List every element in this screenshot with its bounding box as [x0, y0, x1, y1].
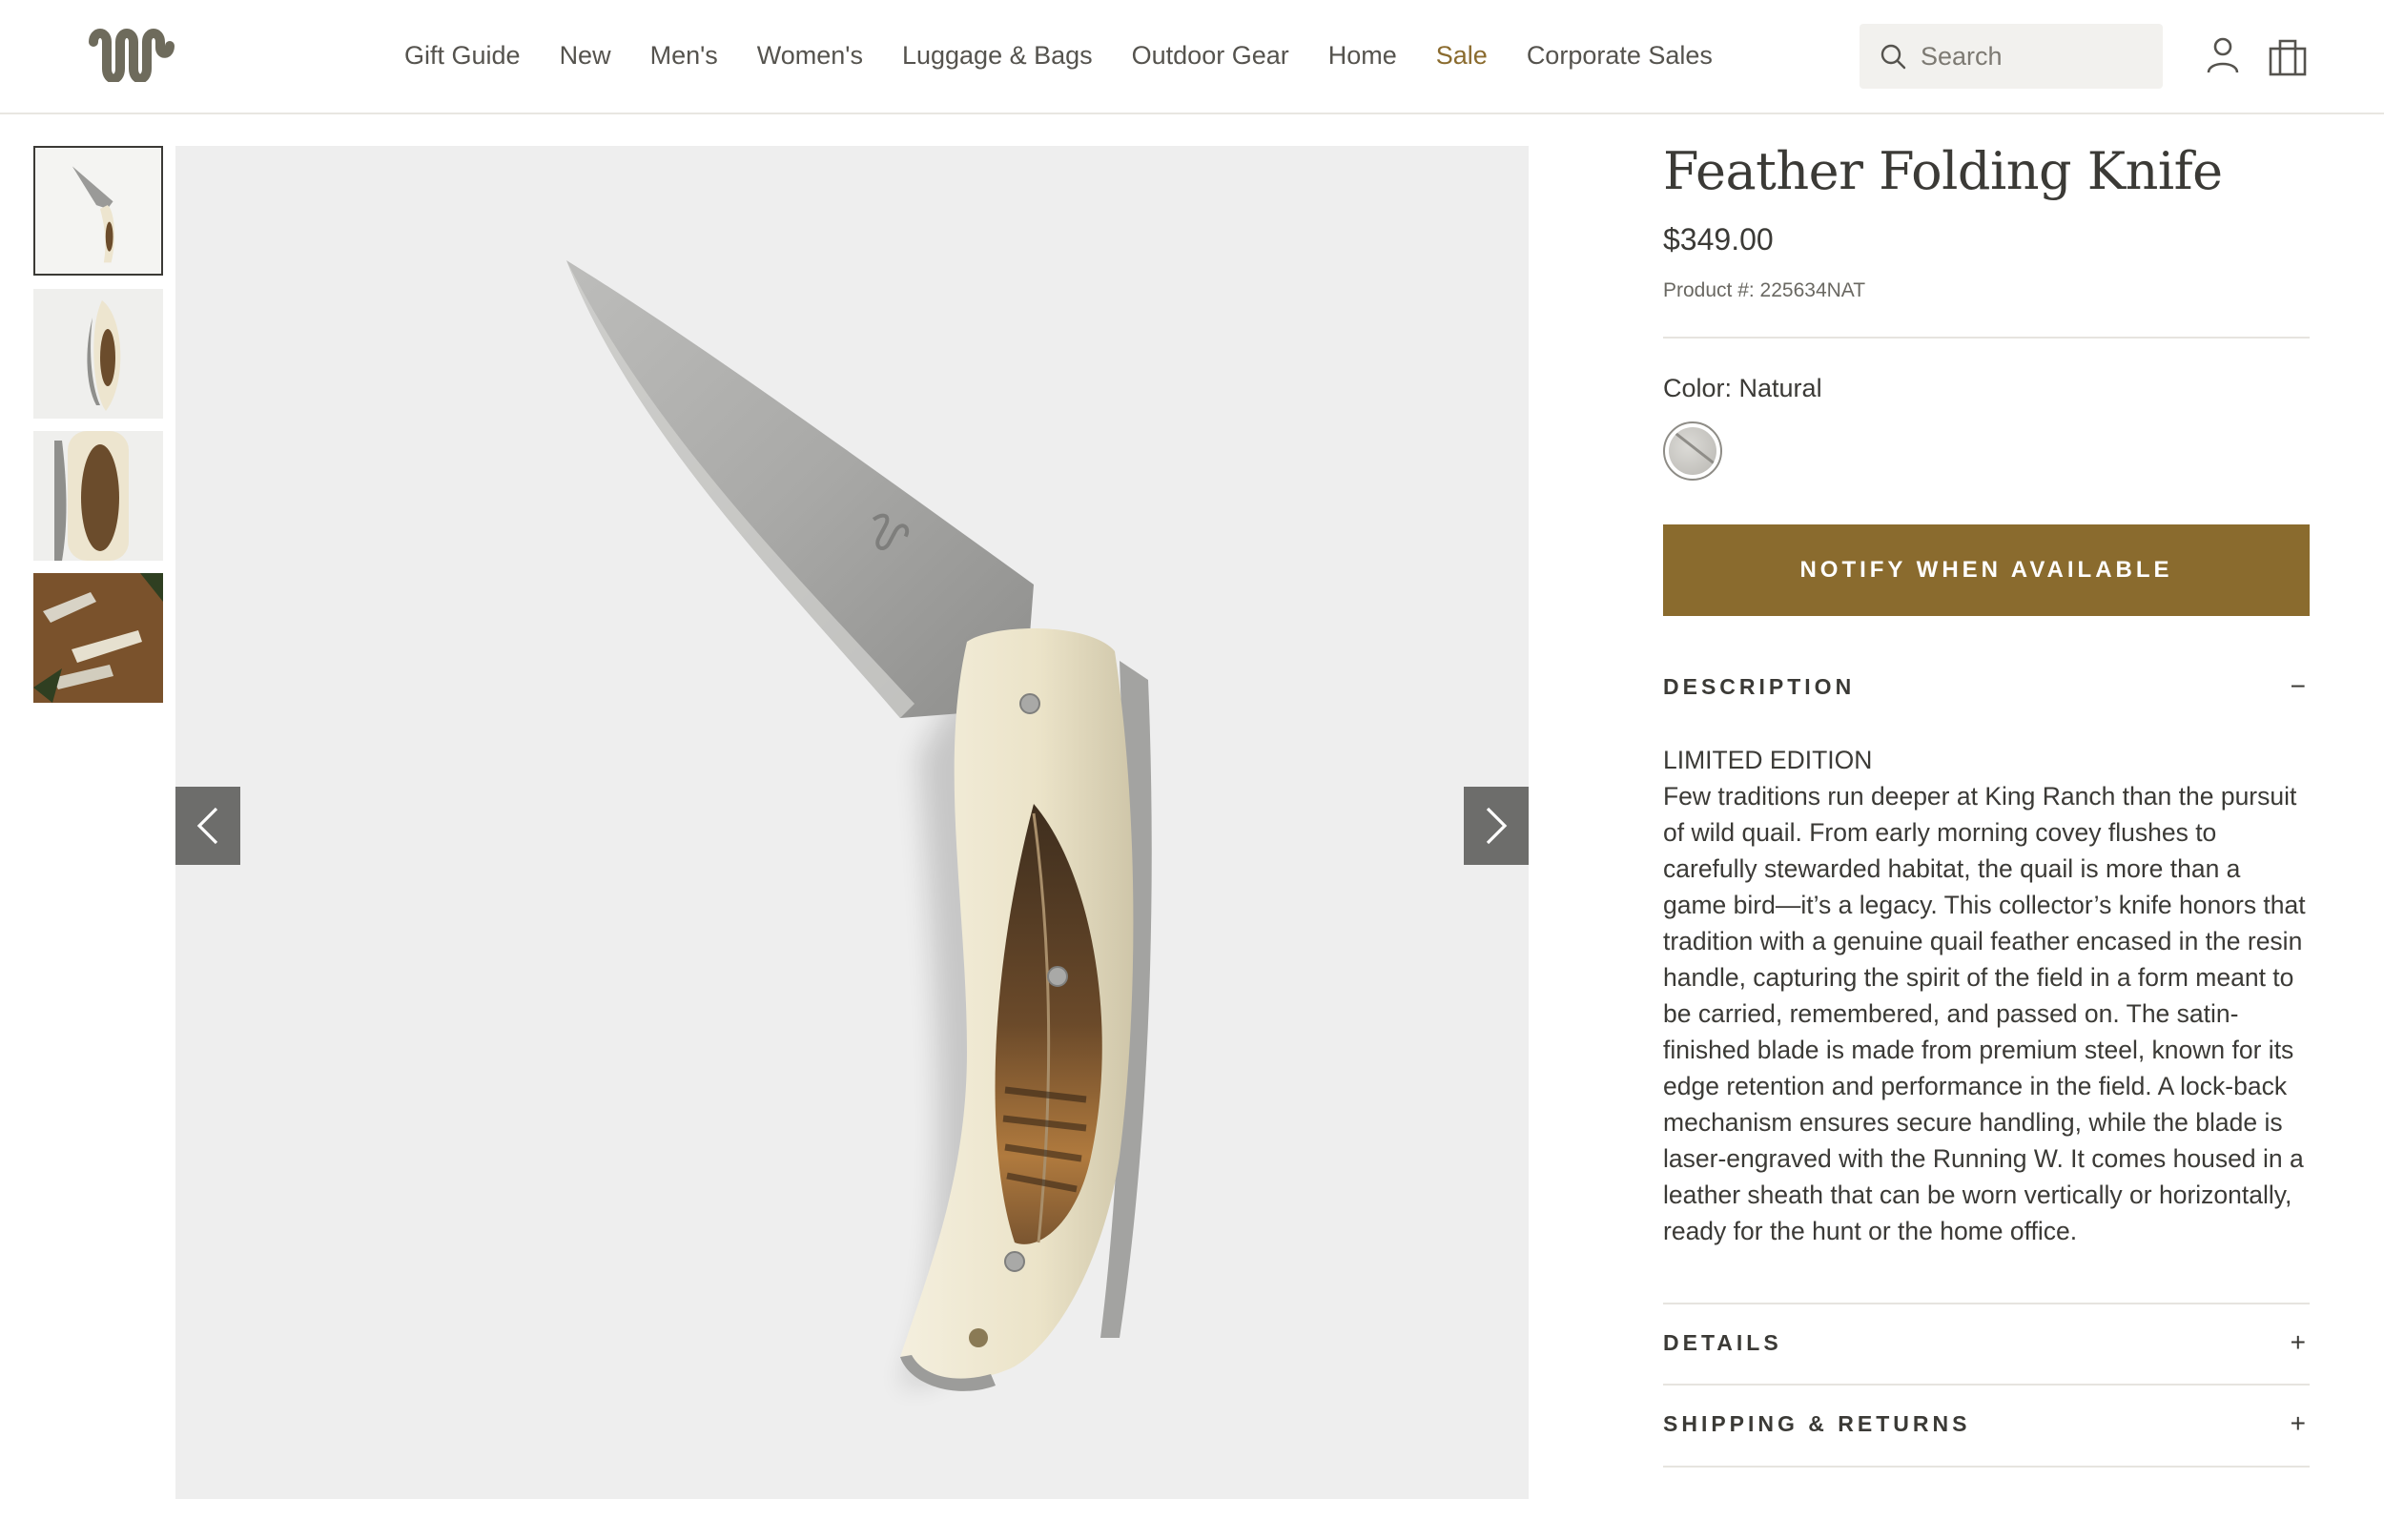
nav-outdoor-gear[interactable]: Outdoor Gear — [1132, 41, 1289, 71]
shopping-bag-icon[interactable] — [2268, 36, 2308, 76]
product-main-image — [175, 146, 1529, 1499]
thumbnail-lifestyle[interactable] — [33, 573, 163, 703]
nav-new[interactable]: New — [560, 41, 611, 71]
thumbnail-knife-open[interactable] — [33, 146, 163, 276]
expand-icon: + — [2290, 1408, 2306, 1438]
details-accordion-header[interactable]: DETAILS + — [1663, 1327, 2310, 1358]
nav-mens[interactable]: Men's — [650, 41, 718, 71]
description-accordion-header[interactable]: DESCRIPTION − — [1663, 671, 2310, 702]
expand-icon: + — [2290, 1327, 2306, 1357]
nav-gift-guide[interactable]: Gift Guide — [404, 41, 521, 71]
shipping-heading: SHIPPING & RETURNS — [1663, 1410, 1971, 1436]
description-text: Few traditions run deeper at King Ranch … — [1663, 782, 2306, 1245]
nav-womens[interactable]: Women's — [757, 41, 863, 71]
thumbnail-knife-closed[interactable] — [33, 289, 163, 419]
chevron-left-icon — [196, 807, 218, 845]
collapse-icon: − — [2290, 671, 2306, 701]
details-heading: DETAILS — [1663, 1329, 1782, 1355]
search-icon — [1880, 44, 1906, 70]
nav-home[interactable]: Home — [1328, 41, 1397, 71]
knife-image — [566, 260, 1152, 1391]
product-sku: Product #: 225634NAT — [1663, 279, 1866, 301]
product-price: $349.00 — [1663, 222, 1774, 257]
description-body: LIMITED EDITION Few traditions run deepe… — [1663, 742, 2310, 1249]
color-label: Color: Natural — [1663, 374, 1822, 402]
description-heading: DESCRIPTION — [1663, 673, 1856, 699]
divider — [1663, 1466, 2310, 1468]
nav-luggage-bags[interactable]: Luggage & Bags — [902, 41, 1093, 71]
divider — [1663, 1303, 2310, 1304]
nav-corporate-sales[interactable]: Corporate Sales — [1527, 41, 1713, 71]
running-w-logo[interactable] — [88, 29, 175, 82]
prev-image-button[interactable] — [175, 787, 240, 865]
product-title: Feather Folding Knife — [1663, 141, 2223, 201]
nav-sale[interactable]: Sale — [1436, 41, 1488, 71]
site-header: Gift Guide New Men's Women's Luggage & B… — [0, 0, 2384, 114]
main-nav: Gift Guide New Men's Women's Luggage & B… — [404, 0, 1752, 111]
account-icon[interactable] — [2206, 36, 2240, 74]
shipping-accordion-header[interactable]: SHIPPING & RETURNS + — [1663, 1408, 2310, 1439]
edition-label: LIMITED EDITION — [1663, 746, 1873, 774]
color-swatch-natural[interactable] — [1663, 421, 1722, 481]
thumbnail-handle-closeup[interactable] — [33, 431, 163, 561]
divider — [1663, 337, 2310, 339]
chevron-right-icon — [1486, 807, 1508, 845]
divider — [1663, 1384, 2310, 1386]
notify-when-available-button[interactable]: NOTIFY WHEN AVAILABLE — [1663, 524, 2310, 616]
next-image-button[interactable] — [1464, 787, 1529, 865]
search-box[interactable] — [1860, 24, 2163, 89]
search-input[interactable] — [1919, 40, 2148, 72]
